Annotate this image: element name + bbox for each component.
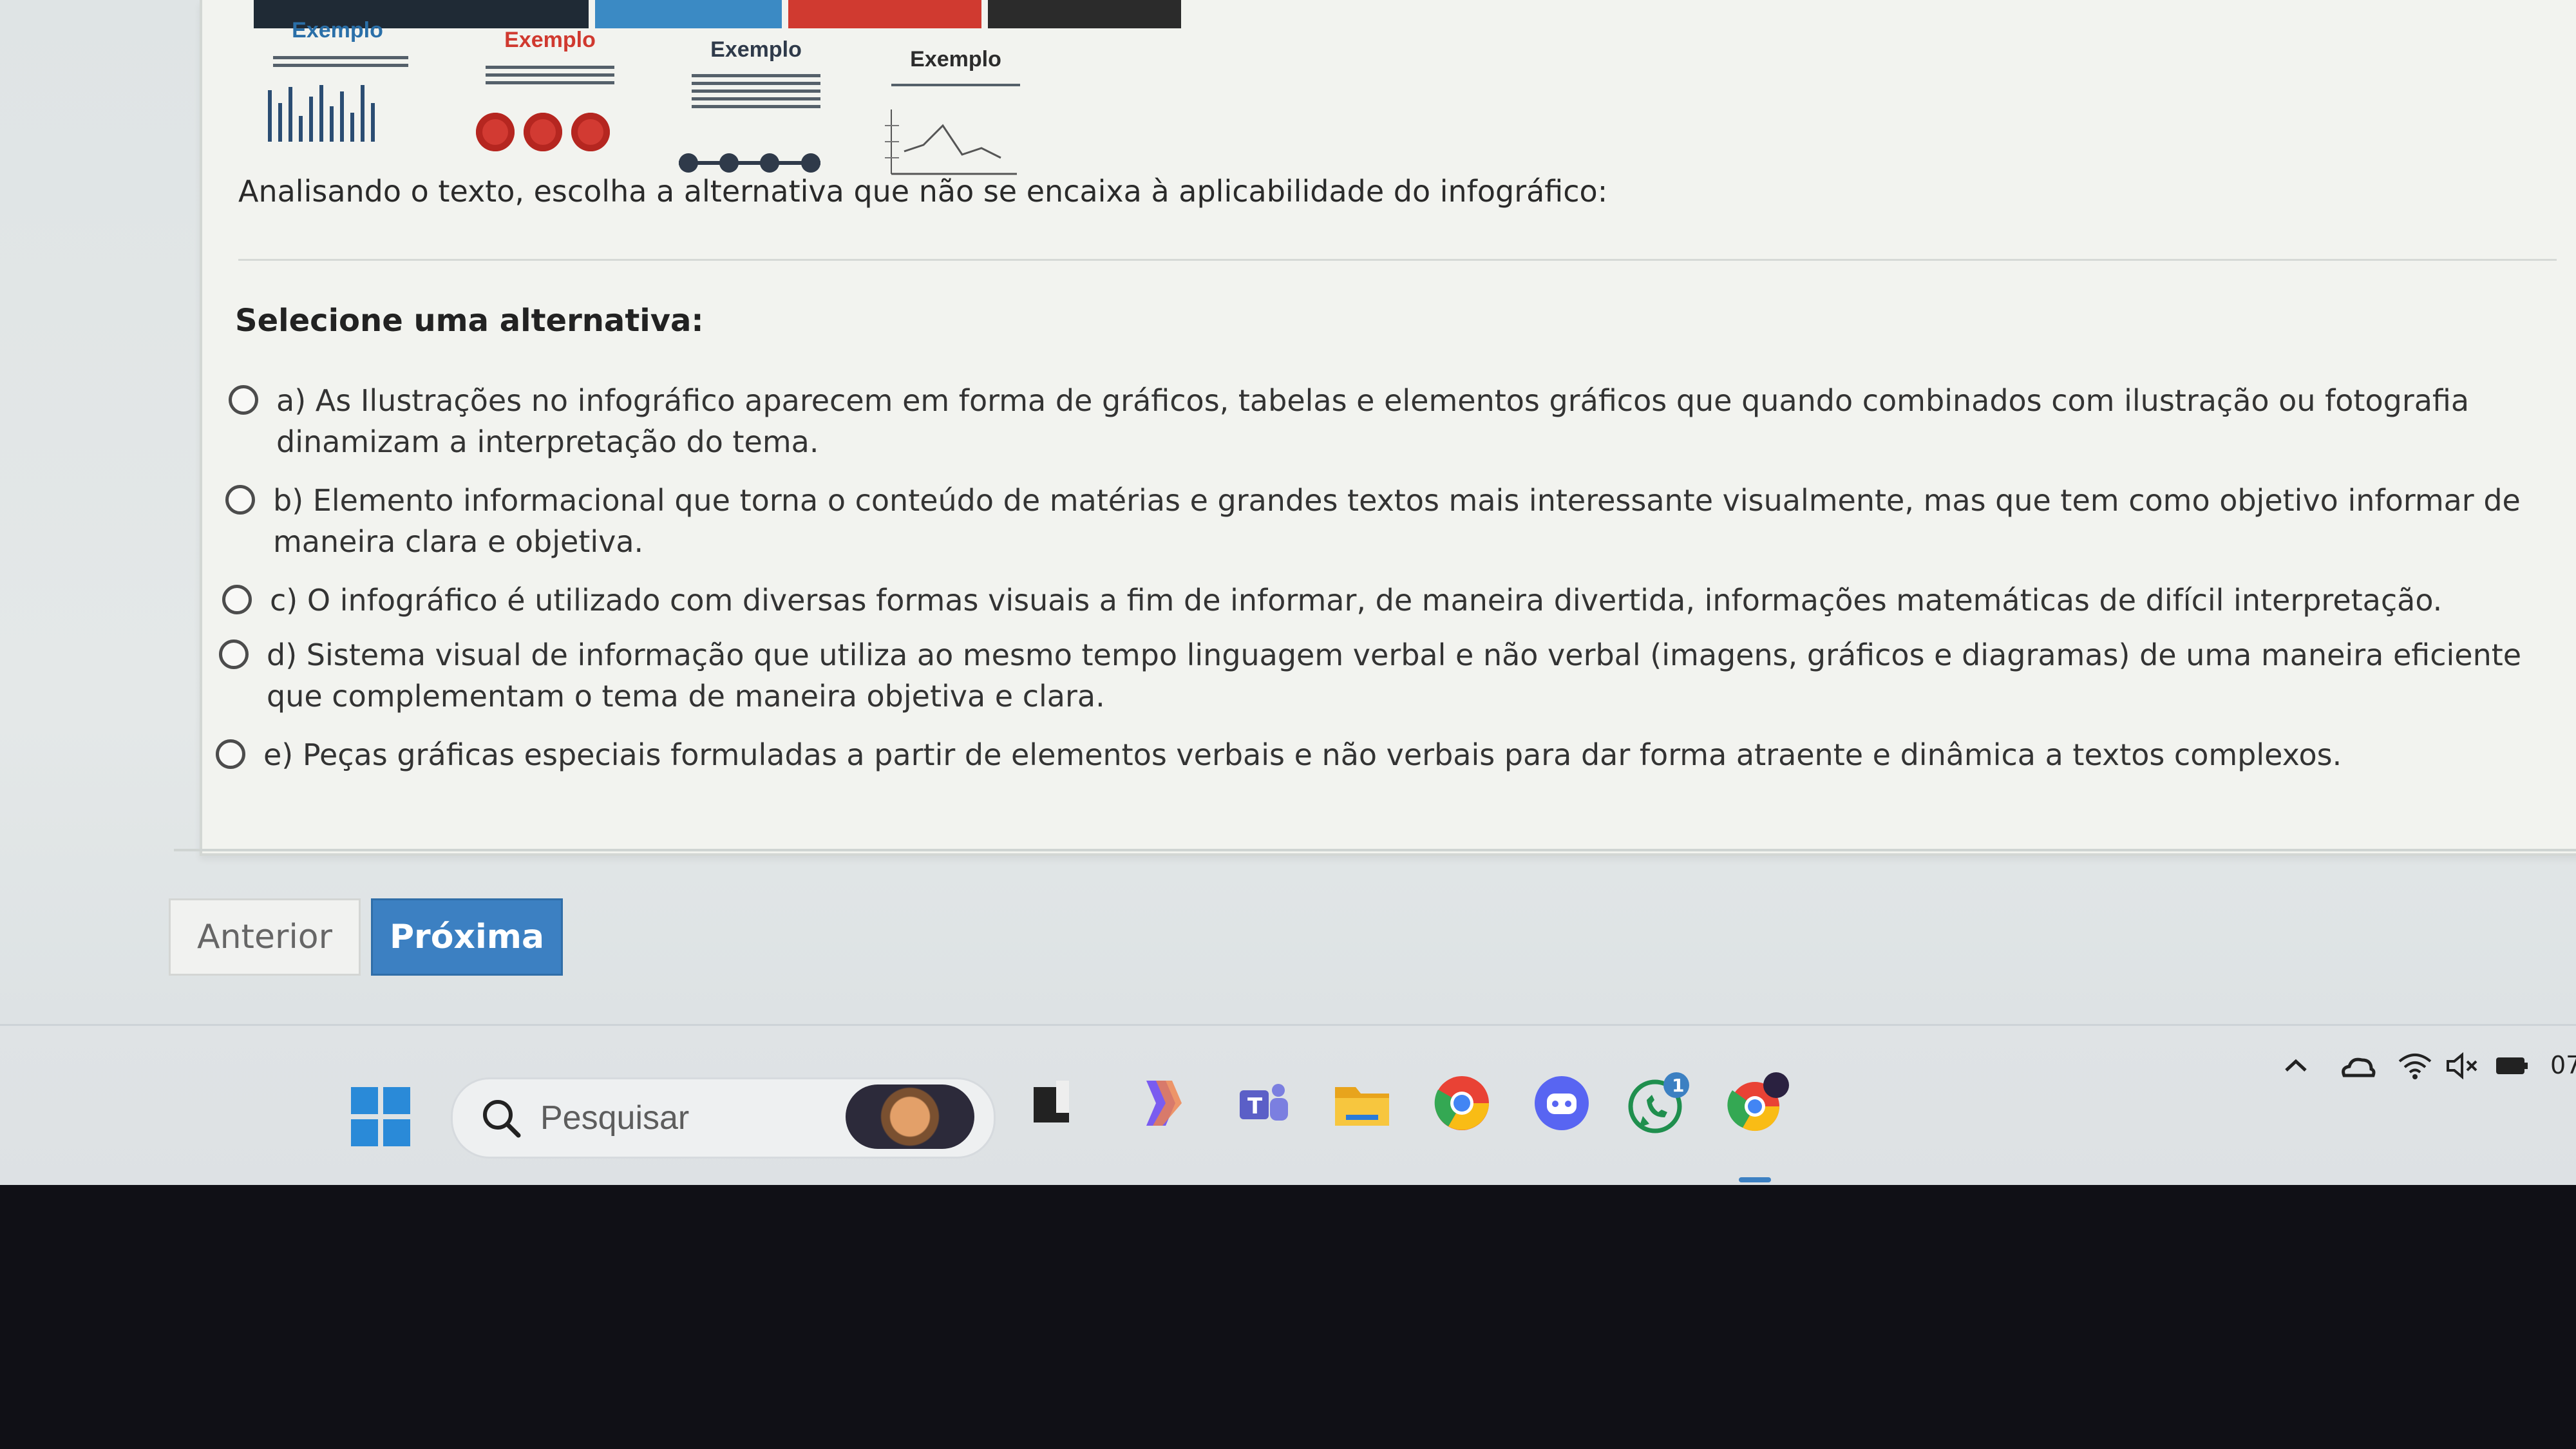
next-button[interactable]: Próxima [371,898,563,976]
infographic-image: Exemplo Exemplo Exemplo Exemplo [254,0,1316,180]
infographic-example-circles: Exemplo [466,10,634,177]
infographic-bar [988,0,1181,28]
example-text-lines [486,61,614,89]
windows-start-icon[interactable] [351,1087,415,1151]
radio-button[interactable] [225,485,255,515]
bar-chart-icon [268,84,375,142]
option-label: a) As Ilustrações no infográfico aparece… [276,383,2470,459]
radio-button[interactable] [229,385,258,415]
example-text-lines [692,70,820,113]
option-e[interactable]: e) Peças gráficas especiais formuladas a… [216,734,2576,775]
svg-text:T: T [1247,1094,1263,1119]
option-label: c) O infográfico é utilizado com diversa… [270,583,2443,618]
timeline-icon [679,153,820,173]
infographic-example-line: Exemplo [872,29,1039,196]
option-b[interactable]: b) Elemento informacional que torna o co… [225,480,2576,562]
select-alternative-label: Selecione uma alternativa: [235,303,704,339]
option-d[interactable]: d) Sistema visual de informação que util… [219,634,2576,717]
divider [238,259,2557,261]
battery-icon[interactable] [2492,1050,2531,1089]
search-highlight-icon [846,1084,974,1149]
infographic-example-bars: Exemplo [254,0,421,167]
search-icon [483,1100,521,1138]
screen: Exemplo Exemplo Exemplo Exemplo Analisan… [0,0,2576,1185]
teams-icon[interactable]: T [1230,1071,1294,1135]
radio-button[interactable] [222,585,252,614]
chrome-icon[interactable] [1430,1071,1494,1135]
example-text-lines [891,79,1020,91]
previous-button[interactable]: Anterior [169,898,361,976]
infographic-example-timeline: Exemplo [672,19,840,187]
taskbar: Pesquisar T 1 [0,1024,2576,1185]
option-label: b) Elemento informacional que torna o co… [273,483,2521,559]
file-explorer-icon[interactable] [1330,1071,1394,1135]
discord-icon[interactable] [1530,1071,1594,1135]
notification-badge: 1 [1672,1075,1684,1096]
line-chart-icon [885,109,1017,175]
option-label: d) Sistema visual de informação que util… [267,638,2522,714]
whatsapp-icon[interactable]: 1 [1626,1071,1690,1135]
wifi-icon[interactable] [2396,1050,2434,1089]
copilot-icon[interactable] [1127,1071,1191,1135]
circle-chart-icon [476,113,610,151]
monitor-bezel [0,1185,2576,1449]
radio-button[interactable] [216,739,245,769]
clock-text[interactable]: 07 [2550,1051,2576,1079]
chrome-profile-icon[interactable] [1726,1071,1790,1135]
chevron-up-icon[interactable] [2280,1050,2312,1089]
radio-button[interactable] [219,639,249,669]
volume-muted-icon[interactable] [2444,1050,2483,1089]
option-label: e) Peças gráficas especiais formuladas a… [263,737,2342,772]
option-a[interactable]: a) As Ilustrações no infográfico aparece… [229,380,2576,462]
question-prompt: Analisando o texto, escolha a alternativ… [238,174,1608,209]
example-title: Exemplo [710,37,802,62]
example-text-lines [273,52,408,71]
option-c[interactable]: c) O infográfico é utilizado com diversa… [222,580,2576,621]
example-title: Exemplo [910,47,1001,71]
task-view-icon[interactable] [1024,1071,1088,1135]
onedrive-icon[interactable] [2338,1050,2376,1089]
divider [174,849,2576,851]
search-placeholder: Pesquisar [540,1099,690,1137]
example-title: Exemplo [292,18,383,43]
active-app-indicator [1739,1177,1771,1182]
example-title: Exemplo [504,28,596,52]
taskbar-search[interactable]: Pesquisar [451,1077,996,1159]
